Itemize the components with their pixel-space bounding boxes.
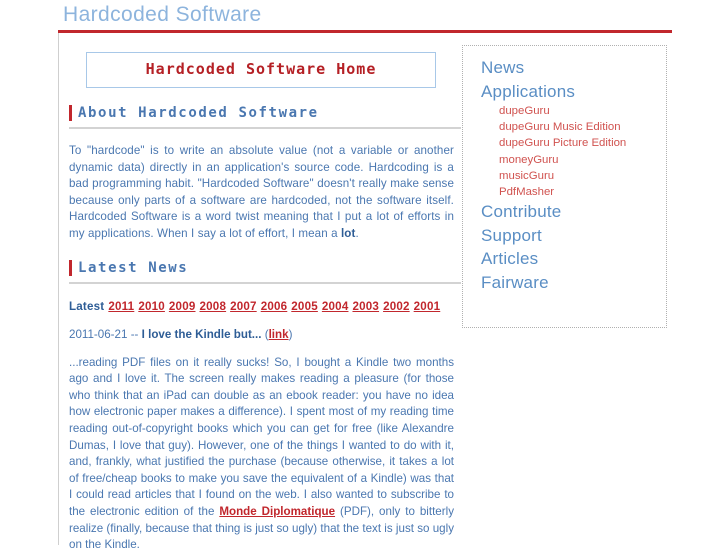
news-section: Latest News bbox=[69, 259, 461, 284]
news-heading-bar: Latest News bbox=[69, 259, 461, 284]
sidebar-item-dupeguru-picture-edition[interactable]: dupeGuru Picture Edition bbox=[499, 135, 666, 151]
year-link-2008[interactable]: 2008 bbox=[200, 300, 227, 313]
about-paragraph: To "hardcode" is to write an absolute va… bbox=[69, 143, 461, 243]
news-entry-body: ...reading PDF files on it really sucks!… bbox=[69, 355, 461, 554]
about-paragraph-tail: . bbox=[355, 226, 359, 240]
page-title: Hardcoded Software Home bbox=[145, 60, 377, 78]
news-entry-title: I love the Kindle but... bbox=[141, 327, 262, 341]
sidebar-navigation: News Applications dupeGuru dupeGuru Music E… bbox=[462, 45, 667, 328]
news-separator: -- bbox=[130, 327, 139, 341]
news-heading: Latest News bbox=[78, 259, 189, 276]
sidebar-item-musicguru[interactable]: musicGuru bbox=[499, 168, 666, 184]
year-link-2003[interactable]: 2003 bbox=[352, 300, 379, 313]
about-paragraph-emphasis: lot bbox=[340, 226, 356, 240]
sidebar-item-moneyguru[interactable]: moneyGuru bbox=[499, 152, 666, 168]
sidebar-item-fairware[interactable]: Fairware bbox=[481, 271, 666, 295]
sidebar-list: News Applications dupeGuru dupeGuru Music E… bbox=[481, 56, 666, 294]
about-heading: About Hardcoded Software bbox=[78, 105, 319, 121]
sidebar-item-news[interactable]: News bbox=[481, 56, 666, 80]
year-link-2006[interactable]: 2006 bbox=[261, 300, 288, 313]
sidebar-item-dupeguru[interactable]: dupeGuru bbox=[499, 103, 666, 119]
about-section: About Hardcoded Software To "hardcode" i… bbox=[69, 104, 461, 243]
sidebar-item-applications[interactable]: Applications bbox=[481, 80, 666, 104]
news-permalink[interactable]: link bbox=[269, 328, 289, 341]
year-link-2007[interactable]: 2007 bbox=[230, 300, 257, 313]
about-paragraph-text: To "hardcode" is to write an absolute va… bbox=[69, 144, 454, 240]
sidebar-item-contribute[interactable]: Contribute bbox=[481, 200, 666, 224]
sidebar-item-articles[interactable]: Articles bbox=[481, 247, 666, 271]
news-entry-header: 2011-06-21 -- I love the Kindle but... (… bbox=[69, 328, 461, 341]
year-navigation: Latest 2011 2010 2009 2008 2007 2006 2005 2004 20… bbox=[69, 300, 461, 313]
sidebar-item-support[interactable]: Support bbox=[481, 224, 666, 248]
year-link-2010[interactable]: 2010 bbox=[138, 300, 165, 313]
sidebar-item-dupeguru-music-edition[interactable]: dupeGuru Music Edition bbox=[499, 119, 666, 135]
site-logo: Hardcoded Software bbox=[63, 3, 262, 26]
news-content: Latest 2011 2010 2009 2008 2007 2006 2005 2004 20… bbox=[59, 300, 461, 554]
news-link-close-paren: ) bbox=[288, 327, 293, 341]
year-link-2001[interactable]: 2001 bbox=[414, 300, 441, 313]
page-title-box: Hardcoded Software Home bbox=[86, 52, 436, 88]
year-link-list: 2011 2010 2009 2008 2007 2006 2005 2004 2003 2002… bbox=[104, 300, 440, 313]
monde-diplomatique-link[interactable]: Monde Diplomatique bbox=[219, 505, 335, 518]
year-link-2002[interactable]: 2002 bbox=[383, 300, 410, 313]
year-link-2009[interactable]: 2009 bbox=[169, 300, 196, 313]
news-body-text: ...reading PDF files on it really sucks!… bbox=[69, 355, 454, 518]
year-link-2004[interactable]: 2004 bbox=[322, 300, 349, 313]
about-heading-bar: About Hardcoded Software bbox=[69, 104, 461, 129]
year-link-2011[interactable]: 2011 bbox=[108, 300, 134, 313]
news-date: 2011-06-21 bbox=[69, 327, 128, 341]
year-link-2005[interactable]: 2005 bbox=[291, 300, 318, 313]
sidebar-item-pdfmasher[interactable]: PdfMasher bbox=[499, 184, 666, 200]
latest-label: Latest bbox=[69, 299, 105, 313]
page-root: Hardcoded Software Hardcoded Software Ho… bbox=[0, 0, 727, 551]
main-content-column: Hardcoded Software Home About Hardcoded … bbox=[58, 33, 462, 551]
